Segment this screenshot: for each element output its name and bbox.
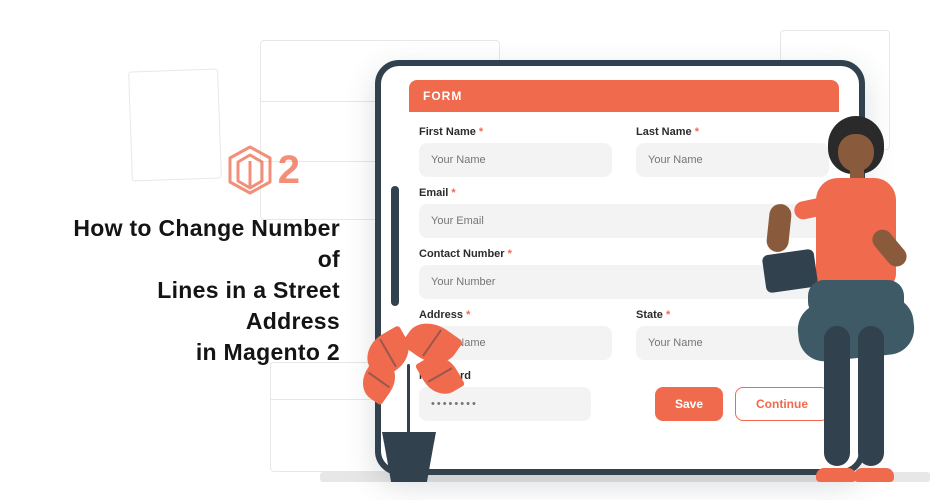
form-header: FORM: [409, 80, 839, 112]
title-line-1: How to Change Number of: [73, 215, 340, 272]
headline-block: 2 How to Change Number of Lines in a Str…: [60, 145, 340, 368]
required-mark: *: [695, 126, 699, 138]
first-name-label: First Name *: [419, 126, 612, 138]
tablet-home-bar: [391, 186, 399, 306]
email-label: Email *: [419, 187, 829, 199]
pot-icon: [377, 432, 441, 482]
save-button[interactable]: Save: [655, 387, 723, 421]
required-mark: *: [666, 309, 670, 321]
first-name-input[interactable]: [419, 143, 612, 177]
page-title: How to Change Number of Lines in a Stree…: [60, 213, 340, 368]
person-illustration: [770, 112, 930, 482]
required-mark: *: [508, 248, 512, 260]
magento-icon: [228, 145, 272, 195]
required-mark: *: [479, 126, 483, 138]
magento2-logo: 2: [228, 145, 300, 195]
plant-illustration: [345, 312, 475, 482]
required-mark: *: [451, 187, 455, 199]
title-line-2: Lines in a Street Address: [157, 277, 340, 334]
title-line-3: in Magento 2: [196, 339, 340, 365]
magento-version-number: 2: [278, 148, 300, 193]
